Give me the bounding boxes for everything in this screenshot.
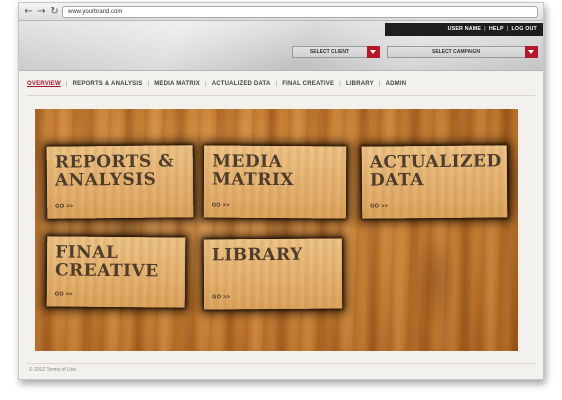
nav-item-reports-analysis[interactable]: REPORTS & ANALYSIS bbox=[73, 79, 143, 89]
nav-divider: | bbox=[65, 81, 68, 87]
chevron-down-icon bbox=[525, 46, 538, 58]
utility-separator: | bbox=[484, 26, 486, 32]
nav-divider: | bbox=[275, 81, 278, 87]
nav-item-final-creative[interactable]: FINAL CREATIVE bbox=[282, 79, 334, 89]
tile-library[interactable]: LIBRARY GO >> bbox=[203, 238, 343, 310]
nav-item-media-matrix[interactable]: MEDIA MATRIX bbox=[154, 79, 200, 89]
nav-divider-line bbox=[27, 95, 535, 96]
select-client-dropdown[interactable]: SELECT CLIENT bbox=[292, 46, 380, 58]
reload-icon[interactable]: ↻ bbox=[49, 6, 60, 17]
nav-divider: | bbox=[147, 81, 150, 87]
nav-item-actualized-data[interactable]: ACTUALIZED DATA bbox=[212, 79, 271, 89]
tile-title: FINAL CREATIVE bbox=[54, 242, 159, 282]
tile-title: LIBRARY bbox=[211, 244, 303, 266]
nav-item-admin[interactable]: ADMIN bbox=[386, 79, 407, 89]
main-nav: OVERVIEW | REPORTS & ANALYSIS | MEDIA MA… bbox=[27, 79, 406, 89]
tile-go-link[interactable]: GO >> bbox=[370, 203, 388, 209]
address-bar[interactable]: www.yourbrand.com bbox=[62, 6, 538, 18]
utility-separator: | bbox=[506, 26, 509, 32]
tile-media-matrix[interactable]: MEDIA MATRIX GO >> bbox=[203, 145, 347, 219]
nav-item-library[interactable]: LIBRARY bbox=[346, 79, 374, 89]
site-header: USER NAME | HELP | LOG OUT SELECT CLIENT SEL… bbox=[19, 21, 543, 71]
tile-reports-analysis[interactable]: REPORTS & ANALYSIS GO >> bbox=[46, 145, 194, 219]
tile-title: REPORTS & ANALYSIS bbox=[54, 151, 175, 191]
browser-window: ← → ↻ www.yourbrand.com USER NAME | HELP | L… bbox=[18, 2, 544, 380]
tile-go-link[interactable]: GO >> bbox=[212, 203, 230, 209]
nav-divider: | bbox=[378, 81, 381, 87]
nav-divider: | bbox=[204, 81, 207, 87]
help-link[interactable]: HELP bbox=[489, 26, 504, 32]
forward-arrow-icon[interactable]: → bbox=[36, 6, 47, 17]
utility-nav: USER NAME | HELP | LOG OUT bbox=[385, 23, 543, 36]
tile-title: ACTUALIZED DATA bbox=[369, 151, 502, 191]
footer-copyright: © 2012 Terms of Use. bbox=[29, 367, 78, 373]
tile-title: MEDIA MATRIX bbox=[211, 151, 295, 191]
footer-divider bbox=[27, 363, 535, 364]
nav-item-overview[interactable]: OVERVIEW bbox=[27, 79, 61, 89]
select-campaign-dropdown[interactable]: SELECT CAMPAIGN bbox=[387, 46, 538, 58]
logout-link[interactable]: LOG OUT bbox=[511, 26, 537, 32]
user-name-link[interactable]: USER NAME bbox=[448, 26, 482, 32]
wood-panel: REPORTS & ANALYSIS GO >> MEDIA MATRIX GO… bbox=[35, 109, 518, 351]
tile-go-link[interactable]: GO >> bbox=[55, 291, 73, 297]
tile-actualized-data[interactable]: ACTUALIZED DATA GO >> bbox=[361, 145, 508, 219]
browser-toolbar: ← → ↻ www.yourbrand.com bbox=[19, 3, 543, 21]
tile-go-link[interactable]: GO >> bbox=[212, 294, 230, 300]
chevron-down-icon bbox=[367, 46, 380, 58]
nav-divider: | bbox=[339, 81, 341, 87]
select-client-label: SELECT CLIENT bbox=[309, 49, 350, 55]
select-campaign-label: SELECT CAMPAIGN bbox=[432, 49, 480, 55]
back-arrow-icon[interactable]: ← bbox=[23, 6, 34, 17]
tile-go-link[interactable]: GO >> bbox=[55, 203, 73, 209]
tile-final-creative[interactable]: FINAL CREATIVE GO >> bbox=[46, 236, 186, 308]
